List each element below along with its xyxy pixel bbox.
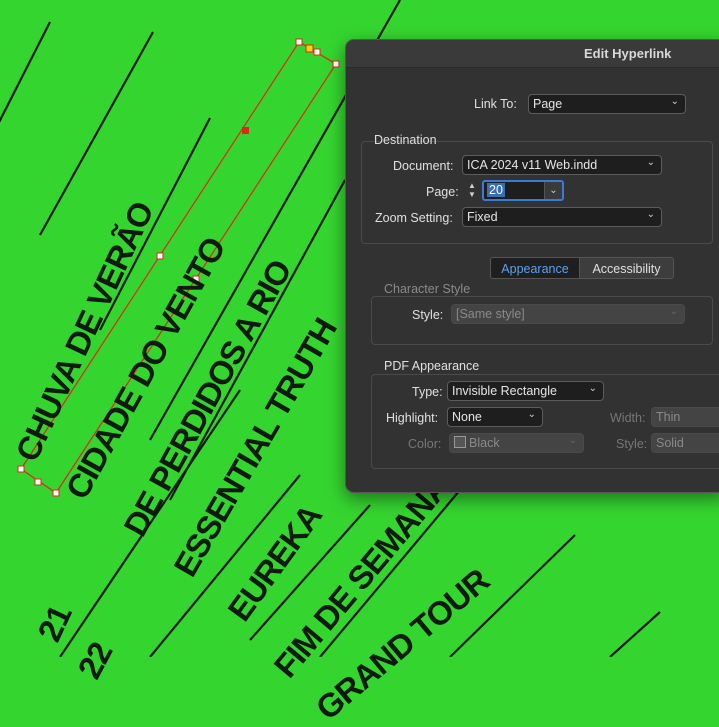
tab-accessibility[interactable]: Accessibility: [580, 257, 674, 279]
dialog-title: Edit Hyperlink: [584, 46, 672, 61]
frame-handle[interactable]: [52, 489, 60, 497]
type-label: Type:: [412, 385, 443, 399]
rule-line: [609, 611, 661, 657]
chevron-down-icon: ⌄: [646, 209, 655, 220]
destination-title: Destination: [374, 133, 437, 147]
chevron-down-icon: ⌄: [568, 435, 577, 446]
page-input[interactable]: 20: [487, 183, 505, 197]
dialog-titlebar[interactable]: Edit Hyperlink: [346, 40, 719, 68]
type-value: Invisible Rectangle: [452, 384, 557, 398]
highlight-dropdown[interactable]: None ⌄: [447, 407, 543, 427]
link-to-label: Link To:: [474, 97, 517, 111]
color-value: Black: [469, 436, 500, 450]
document-label: Document:: [393, 159, 454, 173]
zoom-setting-dropdown[interactable]: Fixed ⌄: [462, 207, 662, 227]
chevron-down-icon: ⌄: [588, 383, 597, 394]
width-value: Thin: [656, 410, 681, 424]
highlight-label: Highlight:: [386, 411, 439, 425]
character-style-dropdown[interactable]: [Same style] ⌄: [451, 304, 685, 324]
color-swatch: [454, 436, 466, 448]
tab-appearance[interactable]: Appearance: [490, 257, 580, 279]
zoom-setting-label: Zoom Setting:: [375, 211, 453, 225]
chevron-down-icon[interactable]: ⌄: [544, 182, 562, 199]
page-stepper[interactable]: ▲ ▼: [466, 181, 478, 201]
chevron-down-icon: ⌄: [670, 96, 679, 107]
frame-handle[interactable]: [17, 465, 25, 473]
character-style-value: [Same style]: [456, 307, 525, 321]
page-combobox[interactable]: 20 ⌄: [482, 180, 564, 201]
stepper-up-icon[interactable]: ▲: [466, 181, 478, 190]
document-dropdown[interactable]: ICA 2024 v11 Web.indd ⌄: [462, 155, 662, 175]
pdf-appearance-title: PDF Appearance: [384, 359, 480, 373]
frame-handle-active[interactable]: [305, 44, 314, 53]
frame-handle[interactable]: [332, 60, 340, 68]
link-to-dropdown[interactable]: Page ⌄: [528, 94, 686, 114]
frame-handle[interactable]: [156, 252, 164, 260]
chevron-down-icon: ⌄: [646, 157, 655, 168]
frame-handle[interactable]: [34, 478, 42, 486]
style-dropdown[interactable]: Solid: [651, 433, 719, 453]
character-style-label: Style:: [412, 308, 444, 322]
edit-hyperlink-dialog: Edit Hyperlink Link To: Page ⌄ Destinati…: [345, 39, 719, 493]
document-value: ICA 2024 v11 Web.indd: [467, 158, 598, 172]
page-label: Page:: [426, 185, 459, 199]
frame-center-point[interactable]: [242, 127, 249, 134]
highlight-value: None: [452, 410, 482, 424]
type-dropdown[interactable]: Invisible Rectangle ⌄: [447, 381, 604, 401]
rule-line: [0, 21, 51, 123]
chevron-down-icon: ⌄: [669, 306, 678, 317]
style-label: Style:: [616, 437, 648, 451]
zoom-setting-value: Fixed: [467, 210, 498, 224]
width-dropdown[interactable]: Thin: [651, 407, 719, 427]
frame-handle[interactable]: [295, 38, 303, 46]
color-label: Color:: [408, 437, 442, 451]
chevron-down-icon: ⌄: [527, 409, 536, 420]
width-label: Width:: [610, 411, 646, 425]
character-style-title: Character Style: [384, 282, 471, 296]
frame-handle[interactable]: [313, 48, 321, 56]
color-dropdown[interactable]: Black ⌄: [449, 433, 584, 453]
stepper-down-icon[interactable]: ▼: [466, 190, 478, 199]
style-value: Solid: [656, 436, 684, 450]
link-to-value: Page: [533, 97, 563, 111]
